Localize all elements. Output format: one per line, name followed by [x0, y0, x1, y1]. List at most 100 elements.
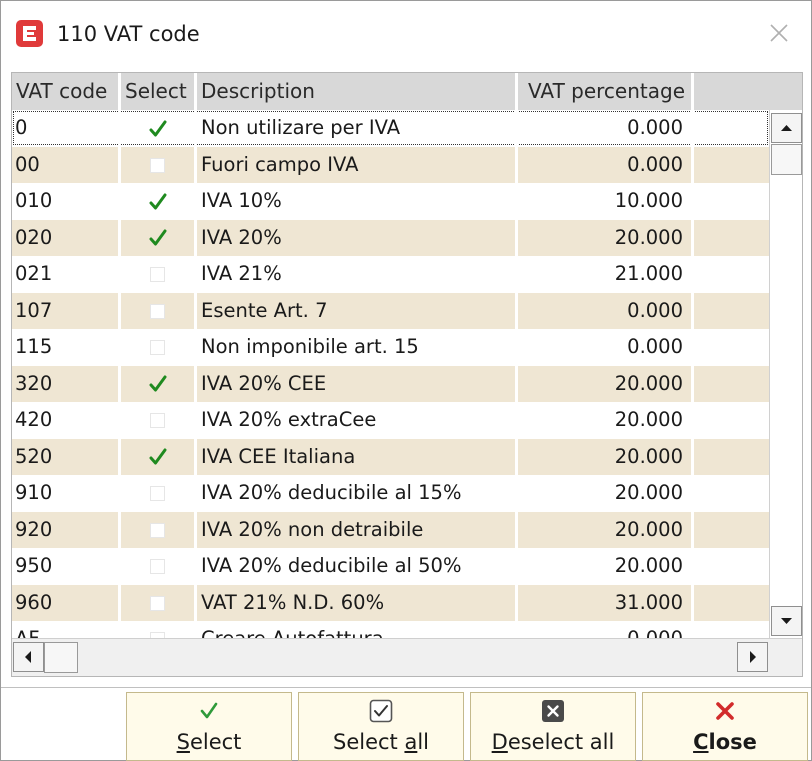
cell-select[interactable] [121, 292, 197, 329]
scroll-up-button[interactable] [771, 113, 802, 143]
cell-select[interactable] [121, 621, 197, 638]
cell-vat-percentage: 0.000 [518, 292, 694, 329]
cell-vat-code: 00 [12, 146, 121, 183]
cell-vat-percentage: 0.000 [518, 146, 694, 183]
empty-checkbox[interactable] [150, 340, 165, 355]
table-row[interactable]: 107 Esente Art. 7 0.000 [12, 292, 769, 329]
vertical-scroll-thumb[interactable] [771, 144, 802, 175]
empty-checkbox[interactable] [150, 157, 165, 173]
green-check-icon [149, 448, 166, 465]
table-row[interactable]: 920 IVA 20% non detraibile 20.000 [12, 511, 769, 548]
cell-select[interactable] [121, 329, 197, 365]
scroll-down-button[interactable] [771, 606, 802, 636]
cell-select[interactable] [121, 511, 197, 548]
cell-vat-code: AF [12, 621, 121, 638]
horizontal-scroll-thumb[interactable] [44, 642, 78, 673]
checkbox-x-icon [471, 698, 635, 724]
empty-checkbox[interactable] [150, 595, 165, 611]
cell-select[interactable] [121, 402, 197, 438]
green-check-icon [149, 193, 166, 209]
empty-checkbox[interactable] [150, 413, 165, 428]
empty-checkbox[interactable] [150, 486, 165, 501]
cell-select[interactable] [121, 256, 197, 292]
cell-extra [694, 329, 769, 365]
cell-extra [694, 293, 769, 329]
cell-select[interactable] [121, 365, 197, 402]
empty-checkbox[interactable] [150, 303, 165, 319]
table-row[interactable]: 960 VAT 21% N.D. 60% 31.000 [12, 584, 769, 621]
arrow-down-icon [781, 618, 792, 624]
table-row[interactable]: 020 IVA 20% 20.000 [12, 219, 769, 256]
close-button[interactable]: Close [642, 692, 808, 761]
column-header-description[interactable]: Description [197, 73, 518, 110]
scroll-right-button[interactable] [737, 642, 768, 672]
vat-code-grid: VAT code Select Description VAT percenta… [11, 72, 803, 677]
column-header-extra [694, 73, 802, 110]
column-header-select[interactable]: Select [121, 73, 197, 110]
cell-extra [694, 183, 769, 219]
cell-vat-percentage: 20.000 [518, 402, 694, 438]
horizontal-scrollbar[interactable] [12, 638, 802, 676]
cell-vat-percentage: 0.000 [518, 621, 694, 638]
cell-description: VAT 21% N.D. 60% [197, 584, 518, 621]
empty-checkbox[interactable] [150, 267, 165, 282]
cell-select[interactable] [121, 475, 197, 511]
cell-extra [694, 585, 769, 621]
cell-vat-code: 010 [12, 183, 121, 219]
cell-extra [694, 512, 769, 548]
cell-vat-code: 920 [12, 511, 121, 548]
cell-vat-percentage: 21.000 [518, 256, 694, 292]
cell-select[interactable] [121, 110, 197, 146]
empty-checkbox[interactable] [150, 559, 165, 574]
column-header-vat-percentage[interactable]: VAT percentage [518, 73, 694, 110]
table-row[interactable]: 950 IVA 20% deducibile al 50% 20.000 [12, 548, 769, 584]
cell-description: Non imponibile art. 15 [197, 329, 518, 365]
green-check-icon [149, 120, 166, 136]
cell-description: IVA 20% non detraibile [197, 511, 518, 548]
cell-description: IVA 20% [197, 219, 518, 256]
arrow-left-icon [25, 651, 31, 663]
table-row[interactable]: 520 IVA CEE Italiana 20.000 [12, 438, 769, 475]
cell-vat-percentage: 20.000 [518, 365, 694, 402]
table-row[interactable]: AF Creare Autofattura0.000 [12, 621, 769, 638]
cell-select[interactable] [121, 438, 197, 475]
arrow-right-icon [750, 651, 756, 663]
cell-select[interactable] [121, 183, 197, 219]
table-row[interactable]: 00 Fuori campo IVA 0.000 [12, 146, 769, 183]
column-header-vat-code[interactable]: VAT code [12, 73, 121, 110]
cell-vat-percentage: 0.000 [518, 329, 694, 365]
cell-description: IVA 10% [197, 183, 518, 219]
table-row[interactable]: 320 IVA 20% CEE 20.000 [12, 365, 769, 402]
cell-select[interactable] [121, 548, 197, 584]
table-row[interactable]: 420 IVA 20% extraCee 20.000 [12, 402, 769, 438]
cell-vat-code: 020 [12, 219, 121, 256]
scroll-left-button[interactable] [13, 642, 44, 672]
checkbox-checked-icon [299, 698, 463, 724]
select-button[interactable]: Select [126, 692, 292, 761]
cell-vat-code: 115 [12, 329, 121, 365]
cell-description: IVA 20% CEE [197, 365, 518, 402]
cell-vat-code: 910 [12, 475, 121, 511]
table-row[interactable]: 010 IVA 10% 10.000 [12, 183, 769, 219]
cell-select[interactable] [121, 584, 197, 621]
select-all-button[interactable]: Select all [298, 692, 464, 761]
cell-vat-percentage: 20.000 [518, 548, 694, 584]
cell-description: IVA 20% extraCee [197, 402, 518, 438]
cell-extra [694, 475, 769, 511]
cell-select[interactable] [121, 219, 197, 256]
table-row[interactable]: 021 IVA 21% 21.000 [12, 256, 769, 292]
app-logo-icon [16, 20, 43, 47]
close-window-icon[interactable] [767, 21, 791, 45]
cell-description: Esente Art. 7 [197, 292, 518, 329]
empty-checkbox[interactable] [150, 522, 165, 538]
table-row[interactable]: 0 Non utilizare per IVA 0.000 [12, 110, 769, 146]
cell-select[interactable] [121, 146, 197, 183]
cell-vat-code: 960 [12, 584, 121, 621]
deselect-all-button[interactable]: Deselect all [470, 692, 636, 761]
table-row[interactable]: 115 Non imponibile art. 15 0.000 [12, 329, 769, 365]
vertical-scrollbar[interactable] [769, 110, 802, 638]
cell-description: Creare Autofattura [197, 621, 518, 638]
checkmark-icon [127, 698, 291, 724]
table-row[interactable]: 910 IVA 20% deducibile al 15% 20.000 [12, 475, 769, 511]
cell-extra [694, 147, 769, 183]
